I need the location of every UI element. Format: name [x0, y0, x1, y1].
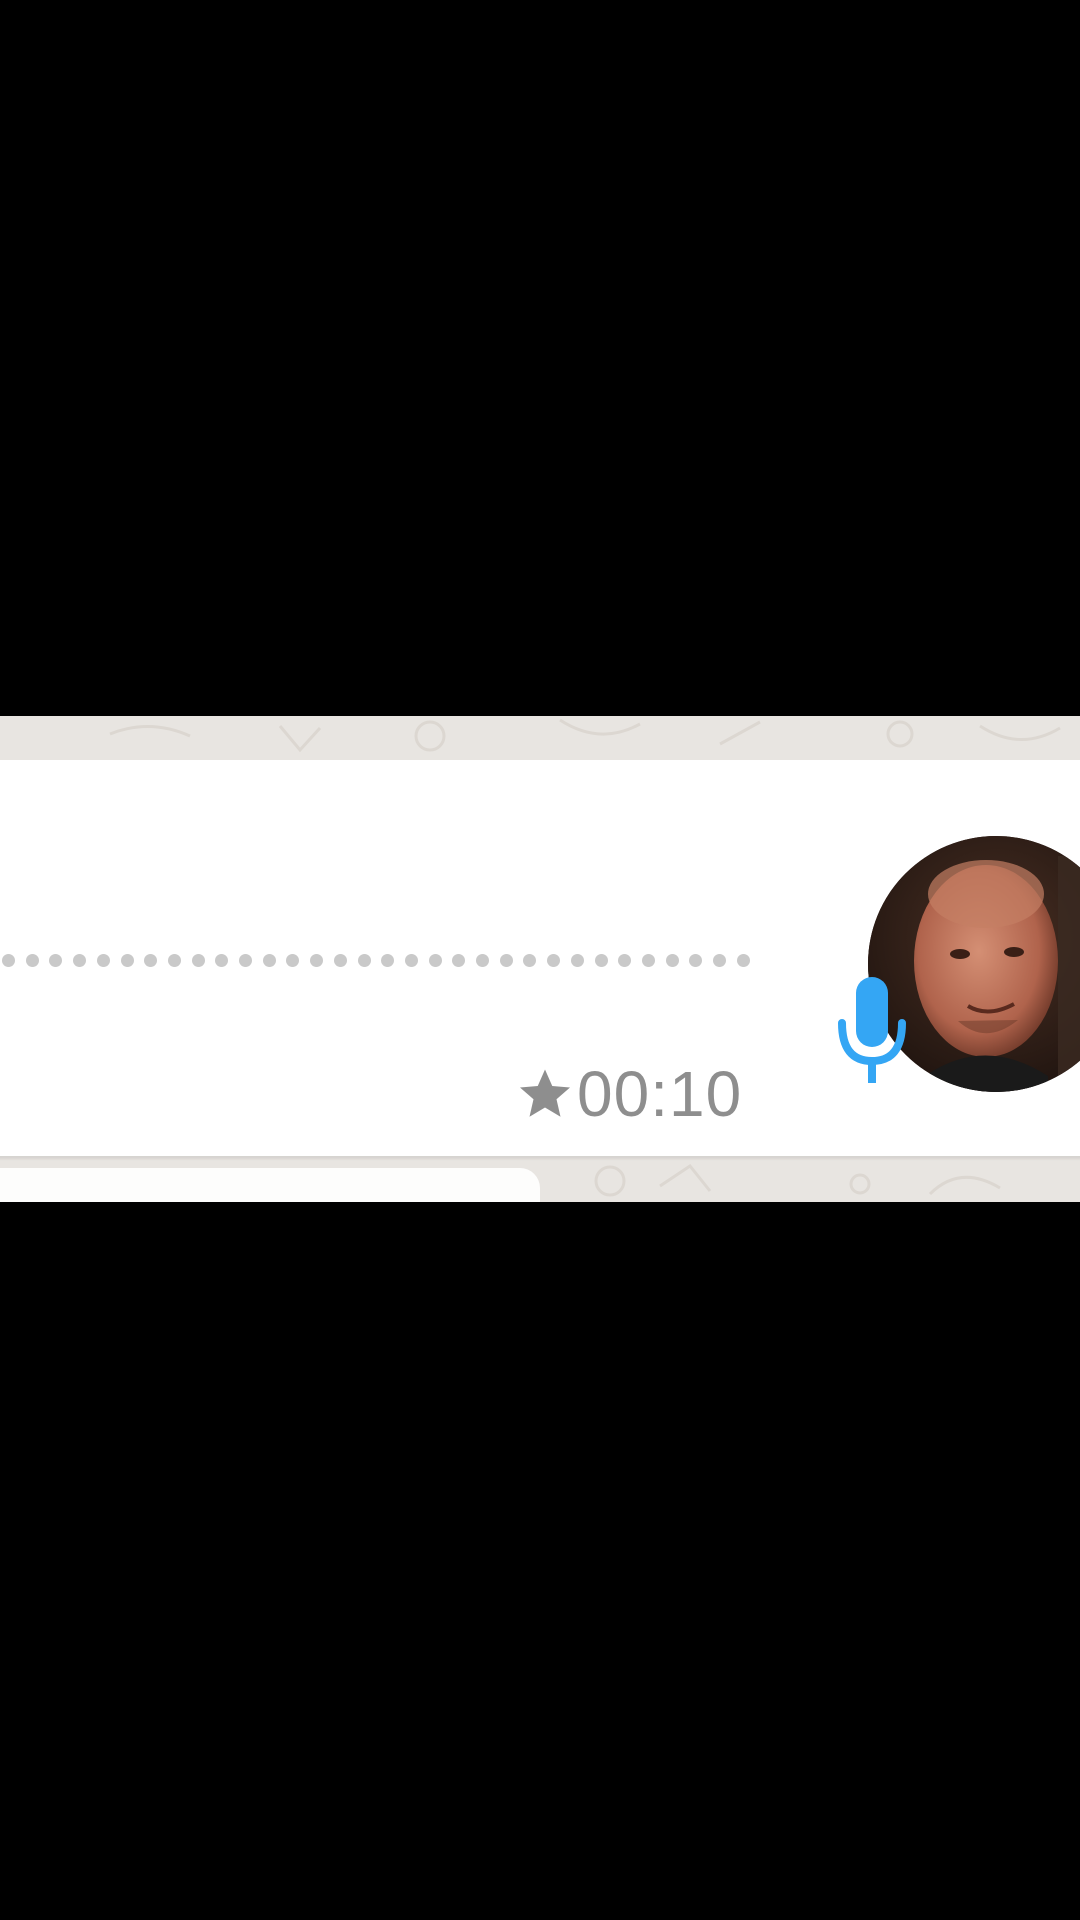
- waveform-dot: [665, 954, 679, 967]
- waveform-dot: [547, 954, 561, 967]
- waveform-dot: [428, 954, 442, 967]
- waveform-dot: [120, 954, 134, 967]
- waveform-dot: [713, 954, 726, 967]
- waveform-dot: [73, 954, 87, 967]
- microphone-icon: [838, 977, 906, 1083]
- waveform-dot: [262, 954, 276, 967]
- waveform-dot: [144, 954, 158, 967]
- waveform-dot: [333, 954, 347, 967]
- waveform-dot: [641, 954, 655, 967]
- waveform-dot: [286, 954, 300, 967]
- waveform-dot: [452, 954, 466, 967]
- waveform-dot: [191, 954, 205, 967]
- waveform-dot: [618, 954, 632, 967]
- waveform-dot: [2, 954, 15, 967]
- star-icon: [520, 1069, 570, 1117]
- waveform-dot: [310, 954, 324, 967]
- waveform-dot: [594, 954, 608, 967]
- voice-waveform[interactable]: [0, 954, 760, 970]
- waveform-dot: [25, 954, 39, 967]
- screen: 00:10: [0, 0, 1080, 1920]
- waveform-dot: [381, 954, 395, 967]
- waveform-dot: [49, 954, 63, 967]
- waveform-dot: [215, 954, 229, 967]
- waveform-dot: [689, 954, 703, 967]
- waveform-dot: [357, 954, 371, 967]
- message-meta: 00:10: [515, 1058, 742, 1130]
- waveform-dot: [476, 954, 489, 967]
- waveform-dot: [570, 954, 584, 967]
- waveform-dot: [404, 954, 418, 967]
- voice-message-duration: 00:10: [577, 1058, 743, 1130]
- waveform-dot: [499, 954, 513, 967]
- waveform-dot: [96, 954, 110, 967]
- waveform-dot: [736, 954, 750, 967]
- waveform-dot: [167, 954, 181, 967]
- waveform-dot: [523, 954, 537, 967]
- waveform-dot: [239, 954, 252, 967]
- next-bubble-edge: [0, 1168, 540, 1202]
